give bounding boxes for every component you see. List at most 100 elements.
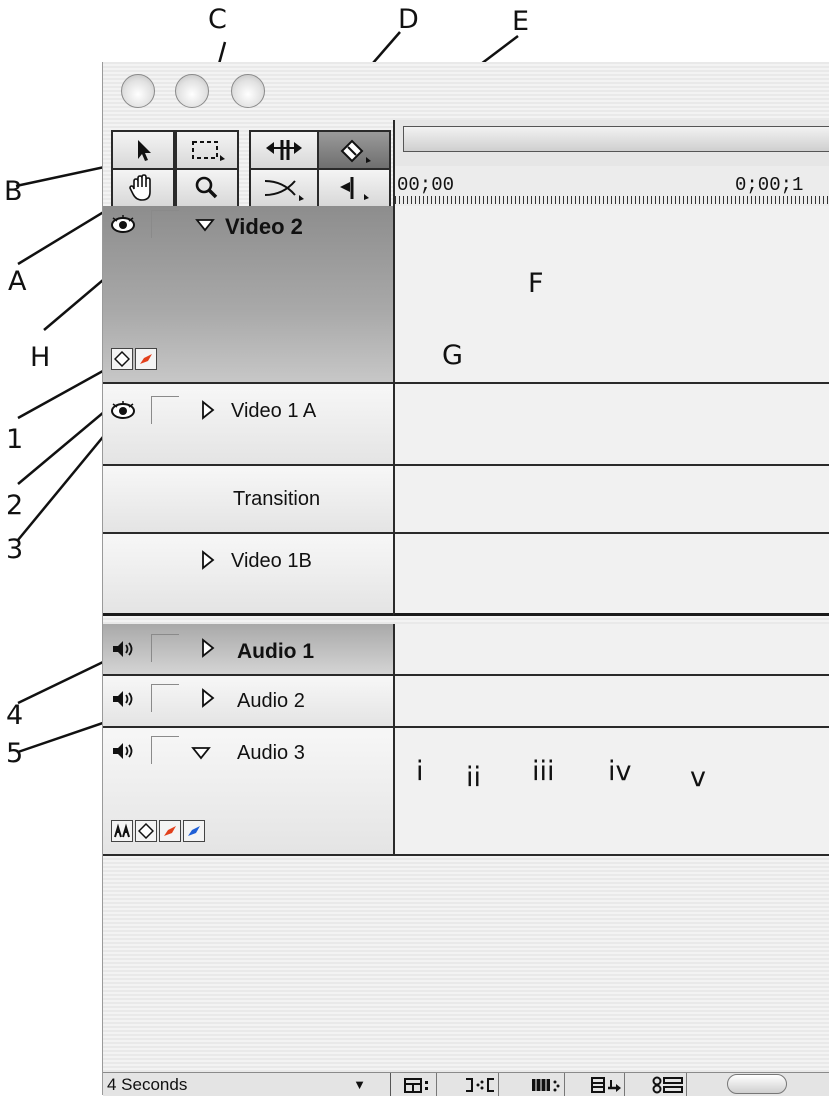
track-label: Audio 1 <box>237 640 314 663</box>
callout-roman: iv <box>608 756 632 787</box>
keyframe-icon[interactable] <box>111 348 133 370</box>
edge-viewing-button[interactable] <box>587 1073 625 1096</box>
sync-mode-button[interactable] <box>649 1073 687 1096</box>
magnifier-icon <box>195 176 218 199</box>
in-point-tool[interactable] <box>317 168 391 208</box>
fade-pen-tool[interactable] <box>317 130 391 170</box>
shift-tracks-icon <box>465 1077 494 1092</box>
callout-number: 4 <box>6 700 24 731</box>
waveform-icon[interactable] <box>111 820 133 842</box>
expand-triangle-icon[interactable] <box>201 688 215 708</box>
track-label: Audio 3 <box>237 742 305 764</box>
callout-letter: D <box>398 4 419 35</box>
speaker-icon[interactable] <box>109 686 137 712</box>
lock-toggle[interactable] <box>151 736 179 764</box>
callout-letter: E <box>512 6 530 37</box>
time-ruler[interactable]: 00;00 0;00;1 <box>393 166 829 206</box>
track-lane-audio-2[interactable] <box>393 676 829 728</box>
callout-letter: H <box>30 342 51 373</box>
selection-tool[interactable] <box>111 130 175 170</box>
eye-icon[interactable] <box>109 398 137 424</box>
ripple-edit-icon <box>266 140 302 160</box>
ruler-mark-time: 0;00;1 <box>735 174 804 196</box>
navigator-scroll-thumb[interactable] <box>727 1074 787 1094</box>
track-header-video-2[interactable]: Video 2 <box>103 206 393 384</box>
track-lane-audio-3[interactable] <box>393 728 829 856</box>
track-header-video-1a[interactable]: Video 1 A <box>103 384 393 466</box>
toggle-snap-button[interactable] <box>527 1073 565 1096</box>
marquee-icon <box>192 141 225 161</box>
red-volume-rubberband-icon[interactable] <box>159 820 181 842</box>
track-label: Video 2 <box>225 214 303 239</box>
time-zoom-value: 4 Seconds <box>107 1075 188 1094</box>
in-point-icon <box>340 177 369 200</box>
sync-icon <box>652 1076 683 1093</box>
callout-roman: ii <box>466 762 482 793</box>
expand-triangle-icon[interactable] <box>201 638 215 658</box>
edge-view-icon <box>590 1076 621 1093</box>
keyframe-icon[interactable] <box>135 820 157 842</box>
callout-roman: i <box>416 756 424 787</box>
speaker-icon[interactable] <box>109 636 137 662</box>
timeline-bottom-bar: 4 Seconds ▼ <box>103 1072 829 1096</box>
track-label: Video 1 A <box>231 400 317 422</box>
callout-letter: G <box>442 340 463 371</box>
track-header-video-1b[interactable]: Video 1B <box>103 534 393 616</box>
expand-triangle-icon[interactable] <box>201 550 215 570</box>
track-format-icon <box>403 1077 428 1093</box>
callout-letter: A <box>8 266 27 297</box>
dropdown-arrow-icon: ▼ <box>353 1077 366 1092</box>
cross-fade-tool[interactable] <box>249 168 319 208</box>
arrow-pointer-icon <box>138 140 151 161</box>
track-header-audio-2[interactable]: Audio 2 <box>103 676 393 728</box>
track-label: Audio 2 <box>237 690 305 712</box>
lock-toggle[interactable] <box>151 210 179 238</box>
hand-tool[interactable] <box>111 168 175 208</box>
callout-number: 1 <box>6 424 24 455</box>
timeline-window: 00;00 0;00;1 Video 2 Video 1 A Transitio… <box>102 62 829 1096</box>
ripple-edit-tool[interactable] <box>249 130 319 170</box>
work-area-slider[interactable] <box>403 126 829 152</box>
track-format-button[interactable] <box>399 1073 437 1096</box>
lock-toggle[interactable] <box>151 634 179 662</box>
callout-roman: iii <box>532 756 555 787</box>
callout-roman: v <box>690 762 706 793</box>
track-header-audio-3[interactable]: Audio 3 <box>103 728 393 856</box>
time-zoom-select[interactable]: 4 Seconds ▼ <box>103 1073 391 1096</box>
hand-icon <box>129 174 151 201</box>
callout-number: 3 <box>6 534 24 565</box>
range-select-tool[interactable] <box>175 130 239 170</box>
title-bar <box>103 62 829 120</box>
zoom-tool[interactable] <box>175 168 239 208</box>
eye-icon[interactable] <box>109 212 137 238</box>
close-button[interactable] <box>121 74 155 108</box>
track-label: Video 1B <box>231 550 312 572</box>
speaker-icon[interactable] <box>109 738 137 764</box>
track-lane-audio-1[interactable] <box>393 624 829 676</box>
work-area-bar[interactable] <box>393 120 829 166</box>
track-label: Transition <box>233 488 321 510</box>
ruler-start-time: 00;00 <box>397 174 455 196</box>
minimize-button[interactable] <box>175 74 209 108</box>
collapse-triangle-icon[interactable] <box>191 746 211 760</box>
callout-number: 2 <box>6 490 24 521</box>
expand-triangle-icon[interactable] <box>201 400 215 420</box>
snap-icon <box>531 1078 559 1091</box>
toggle-shift-tracks-button[interactable] <box>461 1073 499 1096</box>
track-lane-video-1b[interactable] <box>393 534 829 616</box>
callout-number: 5 <box>6 738 24 769</box>
callout-letter: F <box>528 268 544 299</box>
zoom-button[interactable] <box>231 74 265 108</box>
lock-toggle[interactable] <box>151 684 179 712</box>
callout-letter: B <box>4 176 23 207</box>
red-opacity-rubberband-icon[interactable] <box>135 348 157 370</box>
track-header-audio-1[interactable]: Audio 1 <box>103 624 393 676</box>
track-lane-video-1a[interactable] <box>393 384 829 466</box>
blue-pan-rubberband-icon[interactable] <box>183 820 205 842</box>
lock-toggle[interactable] <box>151 396 179 424</box>
track-header-transition[interactable]: Transition <box>103 466 393 534</box>
pen-tool-icon <box>340 139 371 163</box>
collapse-triangle-icon[interactable] <box>195 218 215 232</box>
track-lane-transition[interactable] <box>393 466 829 534</box>
ruler-ticks <box>395 196 829 204</box>
